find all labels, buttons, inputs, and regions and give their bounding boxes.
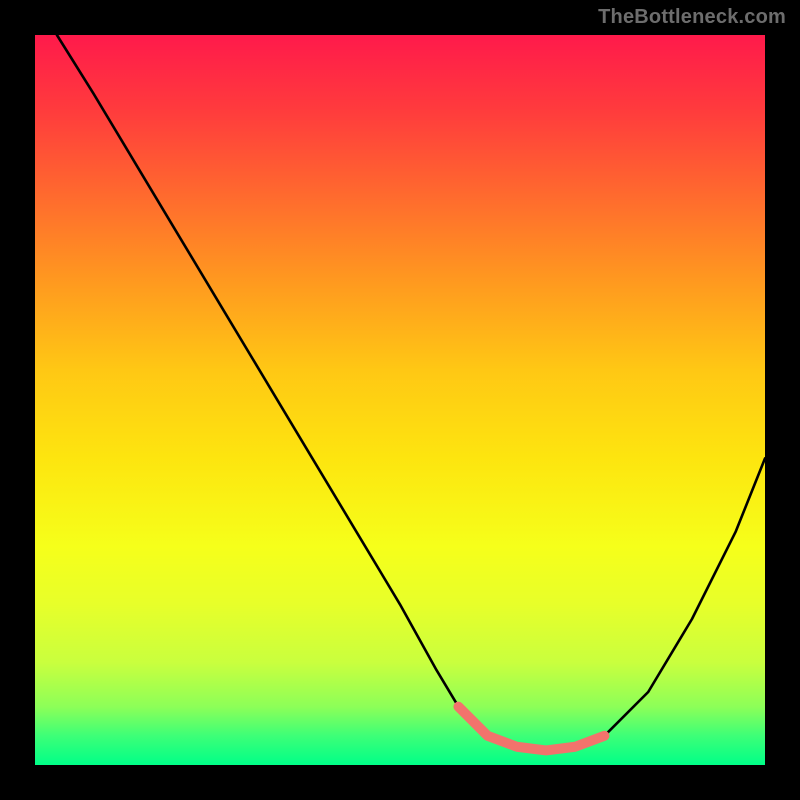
watermark-text: TheBottleneck.com (598, 6, 786, 29)
plot-area (35, 35, 765, 765)
bottleneck-curve (57, 35, 765, 750)
chart-svg (35, 35, 765, 765)
optimal-range-highlight (458, 707, 604, 751)
chart-frame: TheBottleneck.com (0, 0, 800, 800)
